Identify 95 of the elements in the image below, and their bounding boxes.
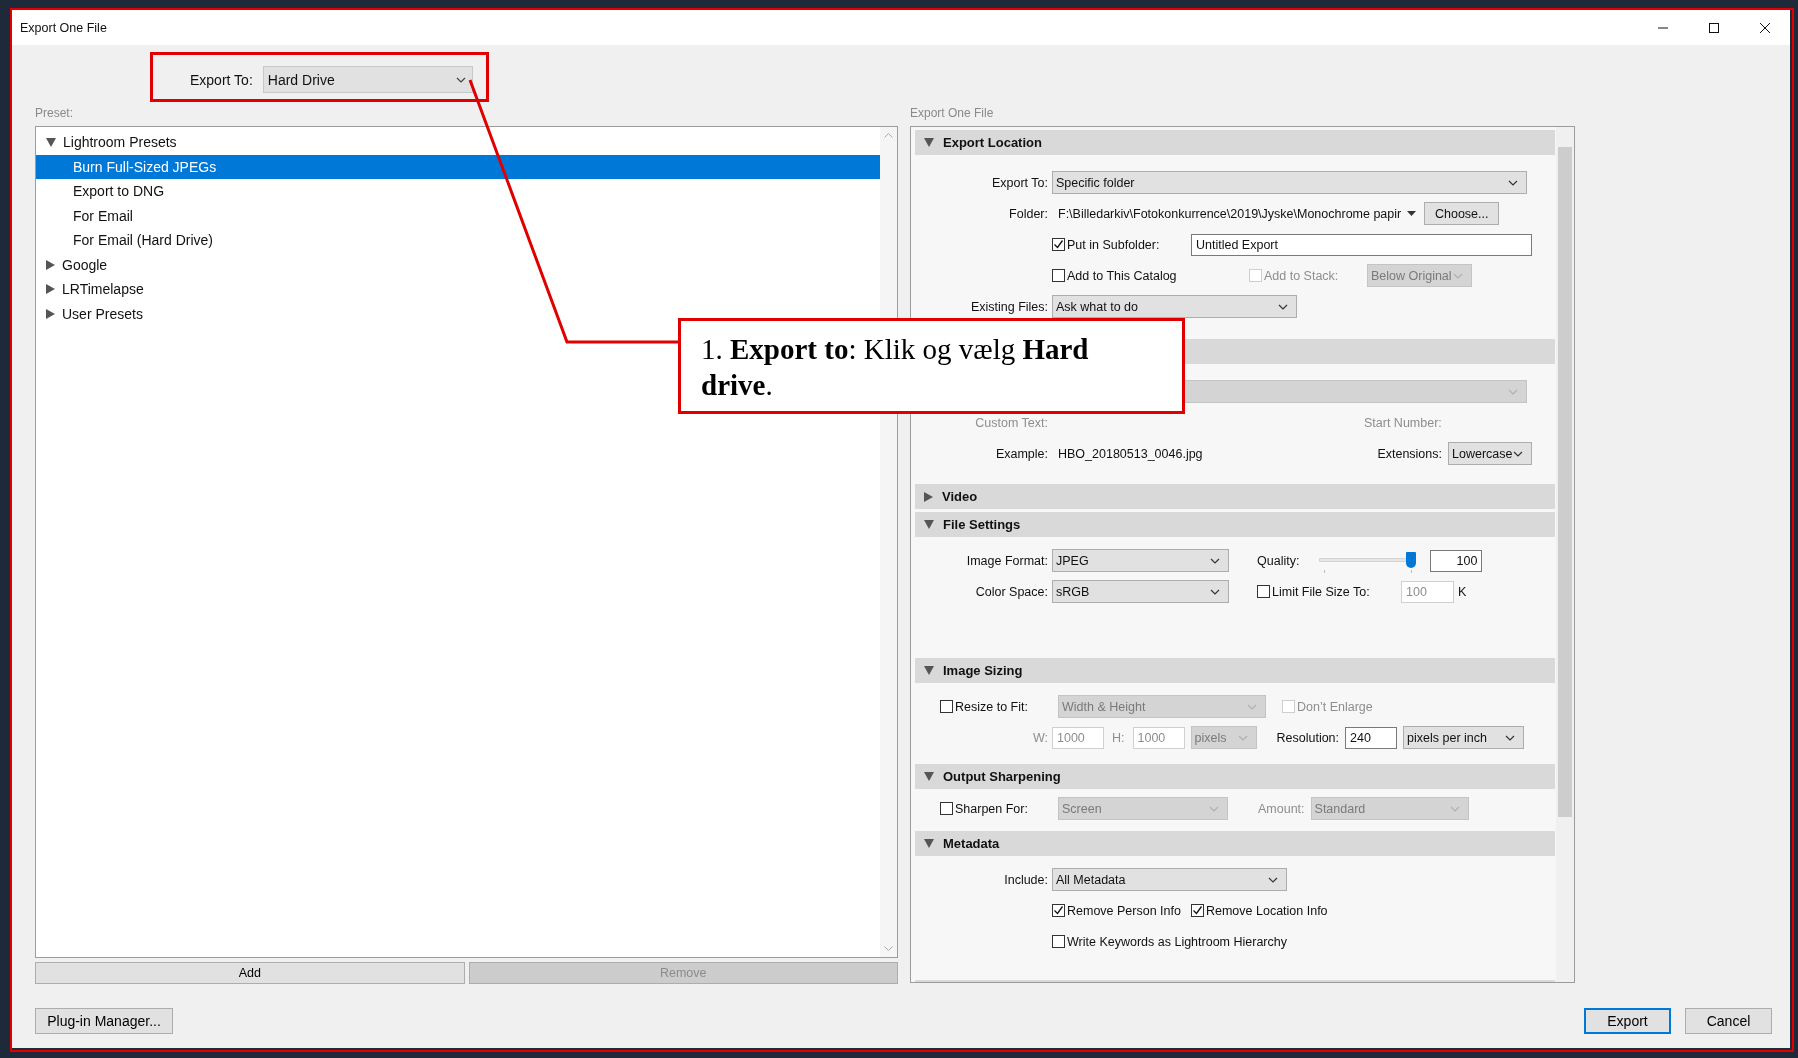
- triangle-right-icon[interactable]: [46, 259, 55, 270]
- field-label: Export To:: [190, 71, 253, 88]
- section-header[interactable]: Metadata: [915, 831, 1555, 856]
- triangle-down-icon: [924, 138, 934, 147]
- section-header[interactable]: Video: [915, 484, 1555, 509]
- field-label: Include:: [1003, 872, 1048, 887]
- field-label: Color Space:: [974, 584, 1048, 599]
- field-label: Resolution:: [1276, 730, 1340, 745]
- dropdown[interactable]: Ask what to do: [1052, 295, 1297, 318]
- caret-down-icon[interactable]: [1407, 211, 1417, 216]
- dropdown[interactable]: JPEG: [1052, 549, 1229, 572]
- dropdown[interactable]: Lowercase: [1448, 442, 1532, 465]
- preset-button[interactable]: Add: [35, 962, 465, 984]
- input-field[interactable]: Untitled Export: [1191, 233, 1532, 256]
- triangle-down-icon: [924, 839, 934, 848]
- field-value: F:\Billedarkiv\Fotokonkurrence\2019\Jyske\Monochrome papir: [1058, 206, 1402, 221]
- slider-thumb[interactable]: [1406, 551, 1417, 568]
- triangle-down-icon: [924, 772, 934, 781]
- chevron-down-icon: [1513, 450, 1523, 457]
- tree-item[interactable]: LRTimelapse: [62, 281, 144, 298]
- triangle-down-icon[interactable]: [46, 137, 56, 147]
- field-label: Custom Text:: [974, 415, 1048, 430]
- checkbox[interactable]: Remove Location Info: [1190, 903, 1328, 918]
- chevron-down-icon: [1268, 876, 1278, 883]
- chevron-down-icon: [1508, 179, 1518, 186]
- chevron-down-icon: [455, 76, 466, 83]
- triangle-down-icon: [924, 666, 934, 675]
- field-label: W:: [1031, 730, 1048, 745]
- input-field[interactable]: 240: [1345, 726, 1398, 749]
- chevron-down-icon: [1508, 388, 1518, 395]
- section-header[interactable]: Image Sizing: [915, 658, 1555, 683]
- dropdown[interactable]: All Metadata: [1052, 868, 1287, 891]
- chevron-down-icon: [1247, 703, 1257, 710]
- field-value: HBO_20180513_0046.jpg: [1058, 446, 1203, 461]
- dropdown[interactable]: sRGB: [1052, 580, 1229, 603]
- input-field[interactable]: 100: [1430, 549, 1483, 572]
- checkbox[interactable]: Write Keywords as Lightroom Hierarchy: [1052, 934, 1287, 949]
- field-label: Folder:: [1008, 206, 1048, 221]
- quality-slider[interactable]: [1319, 549, 1417, 572]
- maximize-icon[interactable]: [1708, 22, 1719, 33]
- chevron-down-icon: [1209, 805, 1219, 812]
- field-label: Quality:: [1257, 553, 1300, 568]
- chevron-up-icon: [884, 133, 893, 138]
- field-label: K: [1458, 584, 1467, 599]
- chevron-down-icon: [1210, 588, 1220, 595]
- field-label: Existing Files:: [969, 299, 1048, 314]
- field-label: Extensions:: [1377, 446, 1442, 461]
- checkmark-icon: [1191, 905, 1203, 916]
- checkbox[interactable]: Add to This Catalog: [1052, 268, 1243, 283]
- checkmark-icon: [1053, 239, 1064, 250]
- field-label: Example:: [994, 446, 1048, 461]
- callout-tooltip: 1. Export to: Klik og vælg Hard drive.: [678, 318, 1185, 414]
- triangle-right-icon[interactable]: [46, 308, 55, 319]
- section-caption: Export One File: [910, 105, 995, 122]
- window-title: Export One File: [19, 20, 107, 35]
- tree-item[interactable]: Lightroom Presets: [63, 134, 177, 151]
- section-caption: Preset:: [35, 105, 74, 122]
- chevron-down-icon: [1505, 734, 1516, 741]
- field-label: Export To:: [990, 175, 1048, 190]
- section-header[interactable]: Output Sharpening: [915, 764, 1555, 789]
- checkbox[interactable]: Put in Subfolder:: [1052, 237, 1160, 252]
- field-label: H:: [1112, 730, 1125, 745]
- close-icon[interactable]: [1759, 22, 1770, 33]
- dropdown[interactable]: Specific folder: [1052, 171, 1527, 194]
- checkmark-icon: [1053, 905, 1064, 916]
- section-header[interactable]: File Settings: [915, 512, 1555, 537]
- chevron-down-icon: [1453, 272, 1463, 279]
- checkbox[interactable]: Remove Person Info: [1052, 903, 1181, 918]
- dialog-button[interactable]: Cancel: [1685, 1008, 1772, 1034]
- triangle-down-icon: [924, 520, 934, 529]
- tree-item[interactable]: Google: [62, 256, 108, 273]
- checkbox[interactable]: Resize to Fit:: [940, 699, 1052, 714]
- tree-item[interactable]: Export to DNG: [73, 183, 165, 200]
- checkbox[interactable]: Limit File Size To:: [1257, 584, 1395, 599]
- choose-button[interactable]: Choose...: [1424, 202, 1500, 225]
- scrollbar[interactable]: [1556, 127, 1574, 982]
- plugin-manager-button[interactable]: Plug-in Manager...: [35, 1008, 173, 1034]
- chevron-down-icon: [884, 946, 893, 951]
- chevron-down-icon: [1278, 303, 1288, 310]
- dropdown[interactable]: Hard Drive: [262, 66, 473, 93]
- dropdown[interactable]: pixels per inch: [1403, 726, 1525, 749]
- checkbox[interactable]: Sharpen For:: [940, 801, 1052, 816]
- tree-item[interactable]: User Presets: [62, 305, 143, 322]
- section-header[interactable]: Export Location: [915, 130, 1555, 155]
- tree-item[interactable]: For Email (Hard Drive): [73, 232, 213, 249]
- dialog-button[interactable]: Export: [1584, 1008, 1671, 1034]
- triangle-right-icon: [924, 491, 933, 502]
- triangle-right-icon[interactable]: [46, 284, 55, 295]
- field-label: Start Number:: [1364, 415, 1442, 430]
- chevron-down-icon: [1237, 734, 1248, 741]
- field-label: Amount:: [1258, 801, 1305, 816]
- tree-item[interactable]: For Email: [73, 207, 133, 224]
- chevron-down-icon: [1210, 557, 1220, 564]
- chevron-down-icon: [1449, 805, 1460, 812]
- field-label: Image Format:: [965, 553, 1048, 568]
